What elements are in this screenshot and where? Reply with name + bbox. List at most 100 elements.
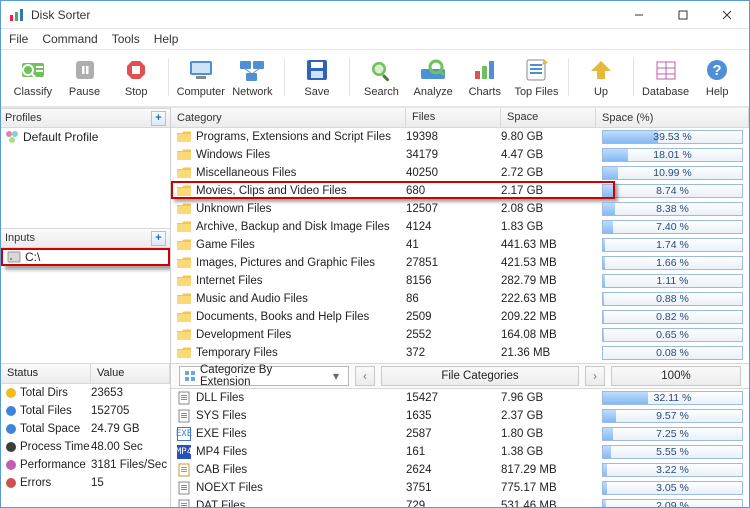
extension-row[interactable]: MP4MP4 Files1611.38 GB5.55 % xyxy=(171,443,749,461)
computer-button[interactable]: Computer xyxy=(175,54,227,100)
window-close[interactable] xyxy=(705,1,749,28)
category-list[interactable]: Programs, Extensions and Script Files193… xyxy=(171,128,749,363)
window-minimize[interactable] xyxy=(617,1,661,28)
category-row[interactable]: Game Files41441.63 MB1.74 % xyxy=(171,236,749,254)
title-bar: Disk Sorter xyxy=(1,1,749,29)
zoom-button[interactable]: 100% xyxy=(611,366,741,386)
file-categories-button[interactable]: File Categories xyxy=(381,366,579,386)
database-button[interactable]: Database xyxy=(640,54,692,100)
profiles-add-button[interactable]: + xyxy=(151,111,166,126)
extension-row[interactable]: SYS Files16352.37 GB9.57 % xyxy=(171,407,749,425)
menu-tools[interactable]: Tools xyxy=(112,32,140,46)
percent-bar: 7.40 % xyxy=(602,220,743,234)
category-label: Development Files xyxy=(196,329,291,341)
extensions-list[interactable]: DLL Files154277.96 GB32.11 %SYS Files163… xyxy=(171,389,749,507)
percent-bar: 7.25 % xyxy=(602,427,743,441)
folder-icon xyxy=(177,185,191,197)
category-row[interactable]: Archive, Backup and Disk Image Files4124… xyxy=(171,218,749,236)
category-row[interactable]: Windows Files341794.47 GB18.01 % xyxy=(171,146,749,164)
percent-bar: 0.65 % xyxy=(602,328,743,342)
category-row[interactable]: Programs, Extensions and Script Files193… xyxy=(171,128,749,146)
up-button[interactable]: Up xyxy=(575,54,627,100)
category-header: Category Files Space Space (%) xyxy=(171,108,749,128)
profile-item[interactable]: Default Profile xyxy=(1,128,170,146)
menu-file[interactable]: File xyxy=(9,32,28,46)
profiles-panel: Profiles + Default Profile xyxy=(1,108,170,228)
category-row[interactable]: Music and Audio Files86222.63 MB0.88 % xyxy=(171,290,749,308)
file-icon xyxy=(177,499,191,507)
network-button[interactable]: Network xyxy=(227,54,279,100)
category-row[interactable]: Temporary Files37221.36 MB0.08 % xyxy=(171,344,749,362)
label: Search xyxy=(364,86,399,98)
status-header-value[interactable]: Value xyxy=(91,364,170,383)
status-header-status[interactable]: Status xyxy=(1,364,91,383)
extension-space: 1.38 GB xyxy=(501,446,596,458)
category-files: 40250 xyxy=(406,167,501,179)
category-row[interactable]: Unknown Files125072.08 GB8.38 % xyxy=(171,200,749,218)
category-row[interactable]: Movies, Clips and Video Files6802.17 GB8… xyxy=(171,182,749,200)
extension-row[interactable]: CAB Files2624817.29 MB3.22 % xyxy=(171,461,749,479)
charts-button[interactable]: Charts xyxy=(459,54,511,100)
category-row[interactable]: Development Files2552164.08 MB0.65 % xyxy=(171,326,749,344)
file-icon: EXE xyxy=(177,427,191,441)
save-button[interactable]: Save xyxy=(291,54,343,100)
col-files[interactable]: Files xyxy=(406,108,501,127)
pause-icon xyxy=(69,56,101,84)
extension-files: 2587 xyxy=(406,428,501,440)
category-label: Unknown Files xyxy=(196,203,271,215)
extension-row[interactable]: EXEEXE Files25871.80 GB7.25 % xyxy=(171,425,749,443)
extension-row[interactable]: DAT Files729531.46 MB2.09 % xyxy=(171,497,749,507)
nav-next-button[interactable]: › xyxy=(585,366,605,386)
col-percent[interactable]: Space (%) xyxy=(596,108,749,127)
menu-help[interactable]: Help xyxy=(154,32,179,46)
category-row[interactable]: Images, Pictures and Graphic Files278514… xyxy=(171,254,749,272)
label: Help xyxy=(706,86,729,98)
status-value: 24.79 GB xyxy=(91,423,170,435)
network-icon xyxy=(236,56,268,84)
categorize-combo[interactable]: Categorize By Extension ▾ xyxy=(179,366,349,386)
category-space: 421.53 MB xyxy=(501,257,596,269)
extension-space: 775.17 MB xyxy=(501,482,596,494)
folder-icon xyxy=(177,131,191,143)
folder-icon xyxy=(177,293,191,305)
menu-command[interactable]: Command xyxy=(42,32,97,46)
help-button[interactable]: ?Help xyxy=(691,54,743,100)
nav-prev-button[interactable]: ‹ xyxy=(355,366,375,386)
status-row: Performance3181 Files/Sec xyxy=(1,456,170,474)
main-area: Profiles + Default Profile Inputs + C:\ … xyxy=(1,107,749,507)
category-label: Temporary Files xyxy=(196,347,278,359)
status-icon xyxy=(5,441,17,453)
extension-row[interactable]: DLL Files154277.96 GB32.11 % xyxy=(171,389,749,407)
status-row: Errors15 xyxy=(1,474,170,492)
window-maximize[interactable] xyxy=(661,1,705,28)
extension-files: 3751 xyxy=(406,482,501,494)
col-category[interactable]: Category xyxy=(171,108,406,127)
extension-label: CAB Files xyxy=(196,464,247,476)
profile-icon xyxy=(5,130,19,144)
up-icon xyxy=(585,56,617,84)
percent-bar: 39.53 % xyxy=(602,130,743,144)
category-label: Windows Files xyxy=(196,149,270,161)
extension-row[interactable]: NOEXT Files3751775.17 MB3.05 % xyxy=(171,479,749,497)
status-panel: Status Value Total Dirs23653Total Files1… xyxy=(1,363,170,507)
status-label: Performance xyxy=(20,459,86,471)
folder-icon xyxy=(177,347,191,359)
topfiles-button[interactable]: Top Files xyxy=(511,54,563,100)
status-row: Total Files152705 xyxy=(1,402,170,420)
col-space[interactable]: Space xyxy=(501,108,596,127)
status-icon xyxy=(5,387,17,399)
category-row[interactable]: Documents, Books and Help Files2509209.2… xyxy=(171,308,749,326)
inputs-header: Inputs + xyxy=(1,228,170,248)
category-space: 164.08 MB xyxy=(501,329,596,341)
menu-bar: File Command Tools Help xyxy=(1,29,749,49)
inputs-add-button[interactable]: + xyxy=(151,231,166,246)
chevron-down-icon: ▾ xyxy=(328,369,344,383)
classify-button[interactable]: Classify xyxy=(7,54,59,100)
stop-button[interactable]: Stop xyxy=(110,54,162,100)
pause-button[interactable]: Pause xyxy=(59,54,111,100)
search-button[interactable]: Search xyxy=(356,54,408,100)
category-row[interactable]: Internet Files8156282.79 MB1.11 % xyxy=(171,272,749,290)
category-row[interactable]: Miscellaneous Files402502.72 GB10.99 % xyxy=(171,164,749,182)
analyze-button[interactable]: Analyze xyxy=(407,54,459,100)
input-item[interactable]: C:\ xyxy=(1,248,170,266)
